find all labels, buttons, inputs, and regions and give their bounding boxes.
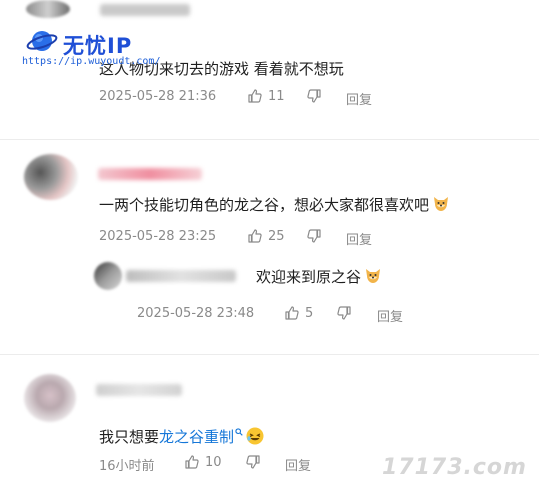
like-button[interactable]: 10 [184,454,222,470]
comment-time: 16小时前 [99,459,155,474]
dislike-button[interactable] [245,454,261,470]
avatar[interactable] [94,262,122,290]
comment-text-content: 一两个技能切角色的龙之谷，想必大家都很喜欢吧 [99,196,430,214]
reply-button[interactable]: 回复 [346,89,372,108]
thumbs-down-icon [306,228,322,244]
reply-text: 欢迎来到原之谷 [256,266,383,290]
like-count: 5 [305,305,314,321]
thumbs-down-icon [245,454,261,470]
like-button[interactable]: 5 [284,305,313,321]
thumbs-down-icon [336,305,352,321]
thumbs-up-icon [247,228,263,244]
dislike-button[interactable] [306,88,322,104]
thumbs-up-icon [284,305,300,321]
thumbs-up-icon [184,454,200,470]
reply-text-content: 欢迎来到原之谷 [256,268,362,286]
comment-text: 一两个技能切角色的龙之谷，想必大家都很喜欢吧 [99,194,451,218]
like-count: 11 [268,88,285,104]
dog-face-emoji-icon [363,266,383,290]
reply-button[interactable]: 回复 [285,455,311,474]
comment-time: 2025-05-28 23:25 [99,229,217,244]
watermark-url: https://ip.wuyoudt.com/ [22,56,161,67]
like-button[interactable]: 25 [247,228,285,244]
comment-divider [0,139,539,140]
username-blurred[interactable] [126,270,236,282]
search-link[interactable]: 龙之谷重制 [159,428,234,446]
reply-button[interactable]: 回复 [377,306,403,325]
dislike-button[interactable] [336,305,352,321]
username-blurred[interactable] [100,4,190,16]
avatar[interactable] [26,0,70,18]
avatar[interactable] [24,374,76,422]
comment-text-prefix: 我只想要 [99,428,160,446]
thumbs-down-icon [306,88,322,104]
watermark-site: 17173.com [382,455,527,480]
reply-time: 2025-05-28 23:48 [137,306,255,321]
like-button[interactable]: 11 [247,88,285,104]
username-blurred[interactable] [96,384,182,396]
comment-time: 2025-05-28 21:36 [99,89,217,104]
like-count: 25 [268,228,285,244]
dislike-button[interactable] [306,228,322,244]
comment-text: 我只想要龙之谷重制 [99,422,265,450]
thumbs-up-icon [247,88,263,104]
laughing-emoji-icon [245,426,265,450]
search-link-icon[interactable] [235,422,243,440]
avatar[interactable] [24,154,78,200]
comment-divider [0,354,539,355]
reply-button[interactable]: 回复 [346,229,372,248]
dog-face-emoji-icon [431,194,451,218]
like-count: 10 [205,454,222,470]
watermark-planet-logo-icon [26,27,58,55]
username-blurred[interactable] [98,168,202,180]
